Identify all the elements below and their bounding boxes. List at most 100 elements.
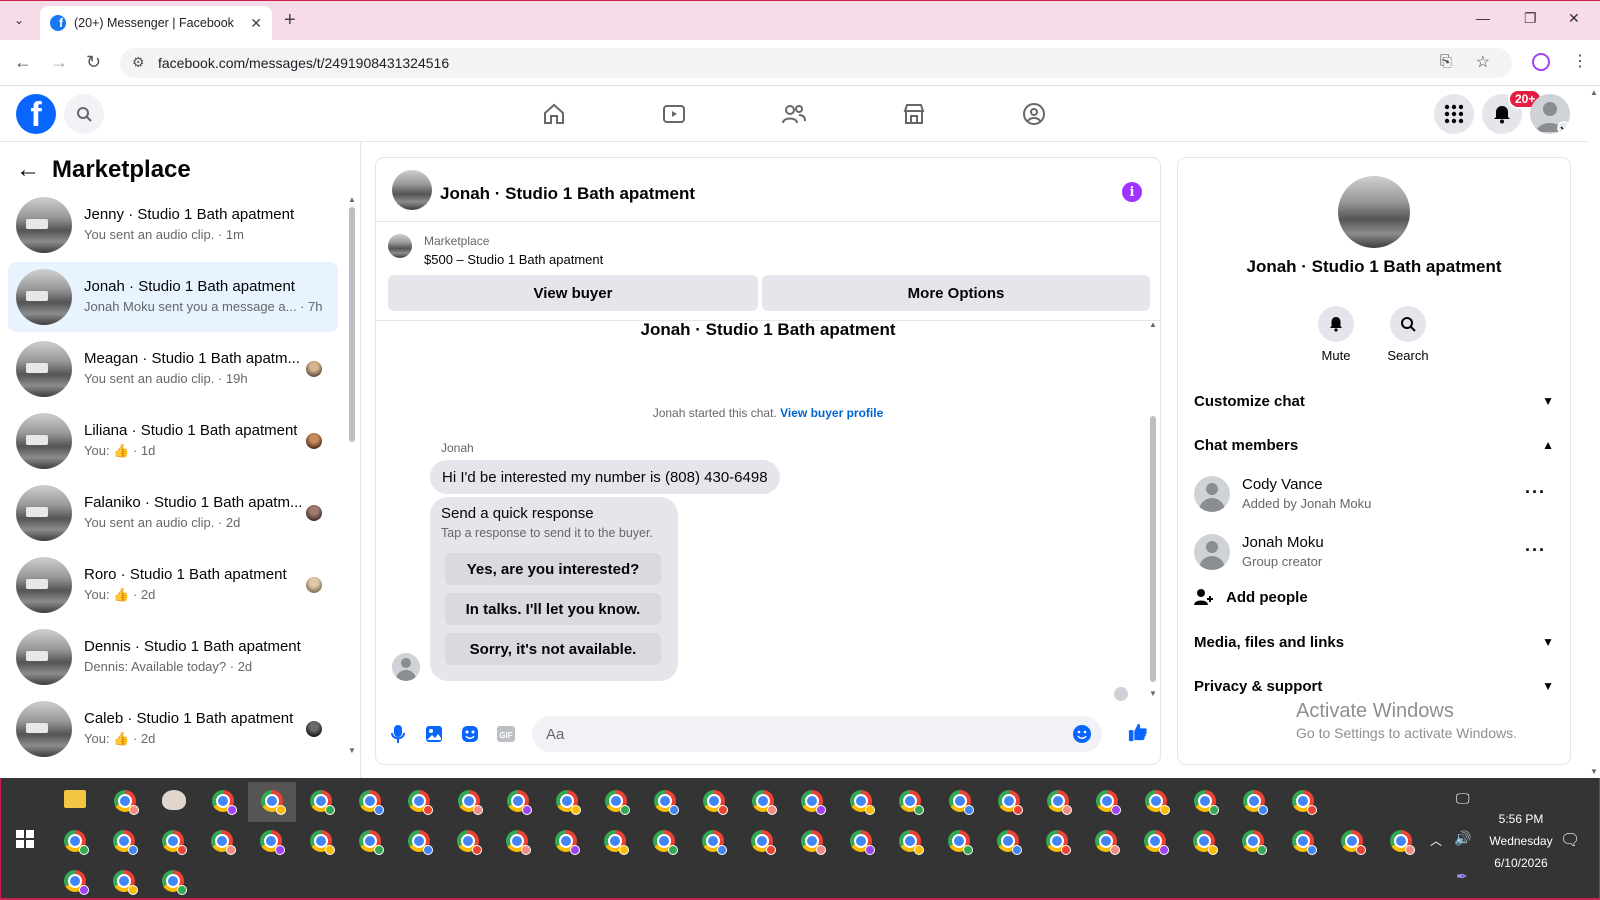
bookmark-star-icon[interactable]: ☆ bbox=[1476, 52, 1490, 72]
nav-home[interactable] bbox=[538, 100, 570, 128]
chrome-window-icon[interactable] bbox=[358, 830, 384, 855]
mute-button[interactable] bbox=[1318, 306, 1354, 342]
message-bubble[interactable]: Hi I'd be interested my number is (808) … bbox=[430, 460, 780, 494]
chrome-window-icon[interactable] bbox=[801, 790, 827, 815]
account-avatar[interactable] bbox=[1530, 94, 1570, 134]
view-buyer-profile-link[interactable]: View buyer profile bbox=[780, 406, 883, 420]
paint-app-icon[interactable] bbox=[162, 790, 186, 810]
chrome-window-icon[interactable] bbox=[898, 830, 924, 855]
chrome-window-icon[interactable] bbox=[505, 830, 531, 855]
chrome-window-icon[interactable] bbox=[64, 870, 89, 895]
member-row[interactable]: Jonah Moku Group creator ··· bbox=[1194, 526, 1554, 578]
chrome-window-icon[interactable] bbox=[800, 830, 826, 855]
more-options-icon[interactable]: ··· bbox=[1525, 482, 1546, 503]
quick-reply-button[interactable]: Sorry, it's not available. bbox=[445, 633, 661, 665]
chrome-window-icon[interactable] bbox=[456, 830, 482, 855]
add-people-button[interactable]: Add people bbox=[1194, 588, 1308, 606]
chrome-window-icon[interactable] bbox=[212, 790, 237, 815]
chrome-window-icon[interactable] bbox=[113, 870, 139, 895]
chrome-window-icon[interactable] bbox=[555, 830, 580, 855]
chrome-window-icon[interactable] bbox=[751, 830, 777, 855]
minimize-button[interactable]: — bbox=[1476, 10, 1490, 26]
mute-action[interactable]: Mute bbox=[1296, 306, 1376, 363]
restore-button[interactable]: ❐ bbox=[1524, 10, 1537, 27]
conversation-item[interactable]: Jenny · Studio 1 Bath apatment You sent … bbox=[8, 190, 338, 260]
search-action[interactable]: Search bbox=[1368, 306, 1448, 363]
emoji-button[interactable] bbox=[1072, 724, 1092, 749]
chat-avatar[interactable] bbox=[392, 170, 432, 210]
chrome-window-icon[interactable] bbox=[162, 870, 188, 895]
window-close-button[interactable]: ✕ bbox=[1568, 10, 1580, 27]
pen-icon[interactable]: ✒ bbox=[1456, 868, 1468, 885]
chrome-window-icon[interactable] bbox=[653, 830, 679, 855]
quick-reply-button[interactable]: Yes, are you interested? bbox=[445, 553, 661, 585]
sticker-button[interactable] bbox=[460, 724, 480, 744]
chrome-window-icon[interactable] bbox=[1242, 830, 1268, 855]
back-arrow-icon[interactable]: ← bbox=[14, 52, 32, 73]
chrome-window-icon[interactable] bbox=[555, 790, 581, 815]
conversation-item[interactable]: Liliana · Studio 1 Bath apatment You: 👍 … bbox=[8, 406, 338, 476]
chrome-window-icon[interactable] bbox=[457, 790, 483, 815]
sender-avatar[interactable] bbox=[392, 653, 420, 681]
conversation-item[interactable]: Dennis · Studio 1 Bath apatment Dennis: … bbox=[8, 622, 338, 692]
address-bar[interactable]: ⚙ facebook.com/messages/t/24919084313245… bbox=[120, 48, 1512, 78]
new-tab-button[interactable]: + bbox=[284, 9, 296, 32]
chrome-window-icon[interactable] bbox=[359, 790, 385, 815]
chrome-window-icon[interactable] bbox=[947, 830, 973, 855]
chrome-window-icon[interactable] bbox=[114, 790, 139, 815]
chrome-window-icon[interactable] bbox=[604, 830, 630, 855]
chrome-window-icon[interactable] bbox=[506, 790, 532, 815]
search-button[interactable] bbox=[64, 94, 104, 134]
scrollbar-thumb[interactable] bbox=[1150, 416, 1156, 682]
chrome-window-icon[interactable] bbox=[653, 790, 679, 815]
chrome-window-icon[interactable] bbox=[1144, 830, 1170, 855]
gif-button[interactable]: GIF bbox=[496, 724, 516, 744]
chrome-window-icon[interactable] bbox=[996, 830, 1022, 855]
privacy-support-section[interactable]: Privacy & support ▼ bbox=[1194, 668, 1554, 704]
browser-menu-icon[interactable]: ⋮ bbox=[1572, 51, 1588, 71]
chrome-window-icon[interactable] bbox=[948, 790, 974, 815]
listing-thumbnail[interactable] bbox=[388, 234, 412, 258]
windows-start-icon[interactable] bbox=[16, 830, 34, 848]
network-icon[interactable]: 🖵 bbox=[1456, 790, 1470, 807]
chrome-window-icon[interactable] bbox=[408, 790, 434, 815]
clock-day[interactable]: Wednesday bbox=[1480, 834, 1562, 848]
nav-friends[interactable] bbox=[778, 100, 810, 128]
info-avatar[interactable] bbox=[1338, 176, 1410, 248]
install-app-icon[interactable]: ⎘ bbox=[1440, 53, 1452, 70]
clock-time[interactable]: 5:56 PM bbox=[1488, 812, 1554, 826]
conversation-item[interactable]: Meagan · Studio 1 Bath apatm... You sent… bbox=[8, 334, 338, 404]
chrome-window-icon[interactable] bbox=[1095, 830, 1121, 855]
media-files-section[interactable]: Media, files and links ▼ bbox=[1194, 624, 1554, 660]
more-options-icon[interactable]: ··· bbox=[1525, 540, 1546, 561]
chrome-window-icon[interactable] bbox=[1389, 830, 1415, 855]
chrome-window-icon[interactable] bbox=[1340, 830, 1366, 855]
listing-item[interactable]: $500 – Studio 1 Bath apatment bbox=[424, 252, 603, 267]
chrome-window-icon[interactable] bbox=[261, 790, 287, 815]
menu-grid-button[interactable] bbox=[1434, 94, 1474, 134]
microphone-button[interactable] bbox=[388, 724, 408, 744]
info-icon[interactable]: i bbox=[1122, 182, 1142, 202]
customize-chat-section[interactable]: Customize chat ▼ bbox=[1194, 383, 1554, 419]
page-scrollbar[interactable]: ▲ ▼ bbox=[1588, 86, 1600, 778]
tab-close-icon[interactable]: ✕ bbox=[250, 15, 262, 32]
chrome-window-icon[interactable] bbox=[309, 830, 335, 855]
conversation-item[interactable]: Falaniko · Studio 1 Bath apatm... You se… bbox=[8, 478, 338, 548]
nav-gaming[interactable] bbox=[1018, 100, 1050, 128]
volume-icon[interactable]: 🔊 bbox=[1454, 830, 1471, 847]
tray-chevron-icon[interactable]: ︿ bbox=[1430, 832, 1442, 849]
chrome-window-icon[interactable] bbox=[604, 790, 630, 815]
clock-date[interactable]: 6/10/2026 bbox=[1484, 856, 1558, 870]
search-in-chat-button[interactable] bbox=[1390, 306, 1426, 342]
chat-scrollbar[interactable]: ▲ ▼ bbox=[1148, 320, 1158, 698]
chrome-window-icon[interactable] bbox=[899, 790, 925, 815]
browser-tab-messenger[interactable]: f (20+) Messenger | Facebook ✕ bbox=[40, 6, 272, 40]
reload-icon[interactable]: ↻ bbox=[86, 52, 101, 73]
chat-title[interactable]: Jonah · Studio 1 Bath apatment bbox=[440, 184, 695, 204]
chrome-window-icon[interactable] bbox=[752, 790, 778, 815]
file-explorer-icon[interactable] bbox=[64, 790, 86, 808]
more-options-button[interactable]: More Options bbox=[762, 275, 1150, 311]
chrome-window-icon[interactable] bbox=[849, 830, 875, 855]
chrome-window-icon[interactable] bbox=[113, 830, 139, 855]
conversation-item[interactable]: Roro · Studio 1 Bath apatment You: 👍 · 2… bbox=[8, 550, 338, 620]
